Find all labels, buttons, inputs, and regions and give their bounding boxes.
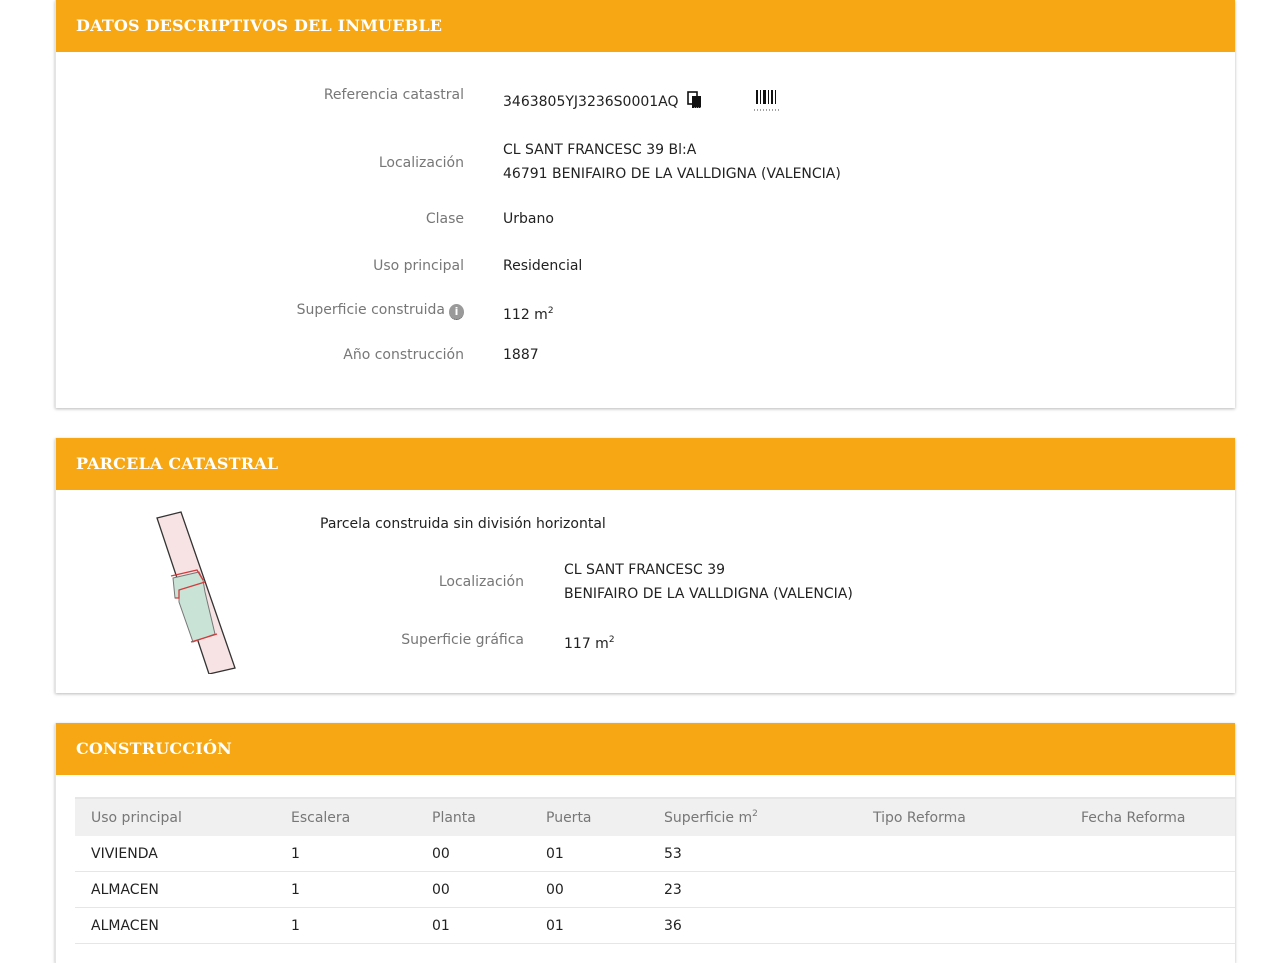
cell-superficie: 53 [648, 836, 857, 872]
cell-puerta: 00 [530, 871, 648, 908]
cell-superficie: 23 [648, 871, 857, 908]
sup-exponent: 2 [547, 306, 554, 316]
col-escalera: Escalera [275, 797, 416, 836]
cell-planta: 01 [416, 907, 530, 944]
col-planta: Planta [416, 797, 530, 836]
parcela-sup-exponent: 2 [608, 635, 615, 645]
ref-value-row: 3463805YJ3236S0001AQ [503, 90, 703, 117]
construccion-table: Uso principal Escalera Planta Puerta Sup… [75, 797, 1235, 944]
parcela-loc-label: Localización [438, 574, 524, 590]
parcela-subtitle: Parcela construida sin división horizont… [320, 516, 606, 532]
parcela-loc-line2: BENIFAIRO DE LA VALLDIGNA (VALENCIA) [564, 586, 853, 602]
col-superficie: Superficie m2 [648, 797, 857, 836]
cell-tipo-reforma [857, 871, 1065, 908]
sup-value: 112 m [503, 307, 548, 323]
anio-label: Año construcción [343, 347, 464, 363]
sup-value-row: 112 m2 [503, 299, 554, 327]
uso-value: Residencial [503, 258, 583, 274]
parcela-sup-label: Superficie gráfica [401, 632, 524, 648]
cell-fecha-reforma [1065, 871, 1235, 908]
table-header-row: Uso principal Escalera Planta Puerta Sup… [75, 797, 1235, 836]
cell-planta: 00 [416, 836, 530, 872]
col-puerta: Puerta [530, 797, 648, 836]
cell-escalera: 1 [275, 907, 416, 944]
parcela-panel: PARCELA CATASTRAL Parcela construida sin… [55, 438, 1235, 693]
ref-value: 3463805YJ3236S0001AQ [503, 94, 679, 110]
loc-line1: CL SANT FRANCESC 39 Bl:A [503, 142, 697, 158]
clase-value: Urbano [503, 211, 554, 227]
parcela-loc-value: CL SANT FRANCESC 39 BENIFAIRO DE LA VALL… [564, 558, 853, 606]
parcela-header: PARCELA CATASTRAL [56, 438, 1235, 490]
parcela-sup-value-row: 117 m2 [564, 628, 615, 656]
cell-fecha-reforma [1065, 836, 1235, 872]
loc-label: Localización [378, 155, 464, 171]
cell-puerta: 01 [530, 907, 648, 944]
cell-superficie: 36 [648, 907, 857, 944]
cell-uso: ALMACEN [75, 871, 275, 908]
ref-label: Referencia catastral [323, 87, 464, 103]
parcela-loc-line1: CL SANT FRANCESC 39 [564, 562, 726, 578]
construccion-panel: CONSTRUCCIÓN Uso principal Escalera Plan… [55, 723, 1235, 963]
cell-tipo-reforma [857, 907, 1065, 944]
col-fecha-reforma: Fecha Reforma [1065, 797, 1235, 836]
barcode-icon[interactable] [753, 88, 781, 118]
parcel-map[interactable] [151, 510, 241, 678]
col-superficie-exponent: 2 [752, 809, 758, 819]
col-superficie-label: Superficie m [664, 810, 753, 826]
info-icon[interactable]: i [449, 304, 464, 320]
cell-tipo-reforma [857, 836, 1065, 872]
sup-label-row: Superficie construida i [297, 302, 464, 320]
cell-uso: VIVIENDA [75, 836, 275, 872]
copy-icon[interactable] [687, 91, 703, 117]
cell-planta: 00 [416, 871, 530, 908]
table-row: ALMACEN 1 00 00 23 [75, 871, 1235, 908]
col-uso: Uso principal [75, 797, 275, 836]
loc-line2: 46791 BENIFAIRO DE LA VALLDIGNA (VALENCI… [503, 166, 841, 182]
construccion-header: CONSTRUCCIÓN [56, 723, 1235, 775]
datos-panel: DATOS DESCRIPTIVOS DEL INMUEBLE Referenc… [55, 0, 1235, 408]
cell-uso: ALMACEN [75, 907, 275, 944]
cell-fecha-reforma [1065, 907, 1235, 944]
col-tipo-reforma: Tipo Reforma [857, 797, 1065, 836]
cell-escalera: 1 [275, 836, 416, 872]
table-row: ALMACEN 1 01 01 36 [75, 907, 1235, 944]
parcela-sup-value: 117 m [564, 636, 609, 652]
sup-label: Superficie construida [296, 302, 445, 318]
cell-escalera: 1 [275, 871, 416, 908]
table-row: VIVIENDA 1 00 01 53 [75, 836, 1235, 872]
cell-puerta: 01 [530, 836, 648, 872]
datos-header: DATOS DESCRIPTIVOS DEL INMUEBLE [56, 0, 1235, 52]
loc-value: CL SANT FRANCESC 39 Bl:A 46791 BENIFAIRO… [503, 138, 841, 186]
uso-label: Uso principal [373, 258, 464, 274]
anio-value: 1887 [503, 347, 539, 363]
clase-label: Clase [425, 211, 464, 227]
